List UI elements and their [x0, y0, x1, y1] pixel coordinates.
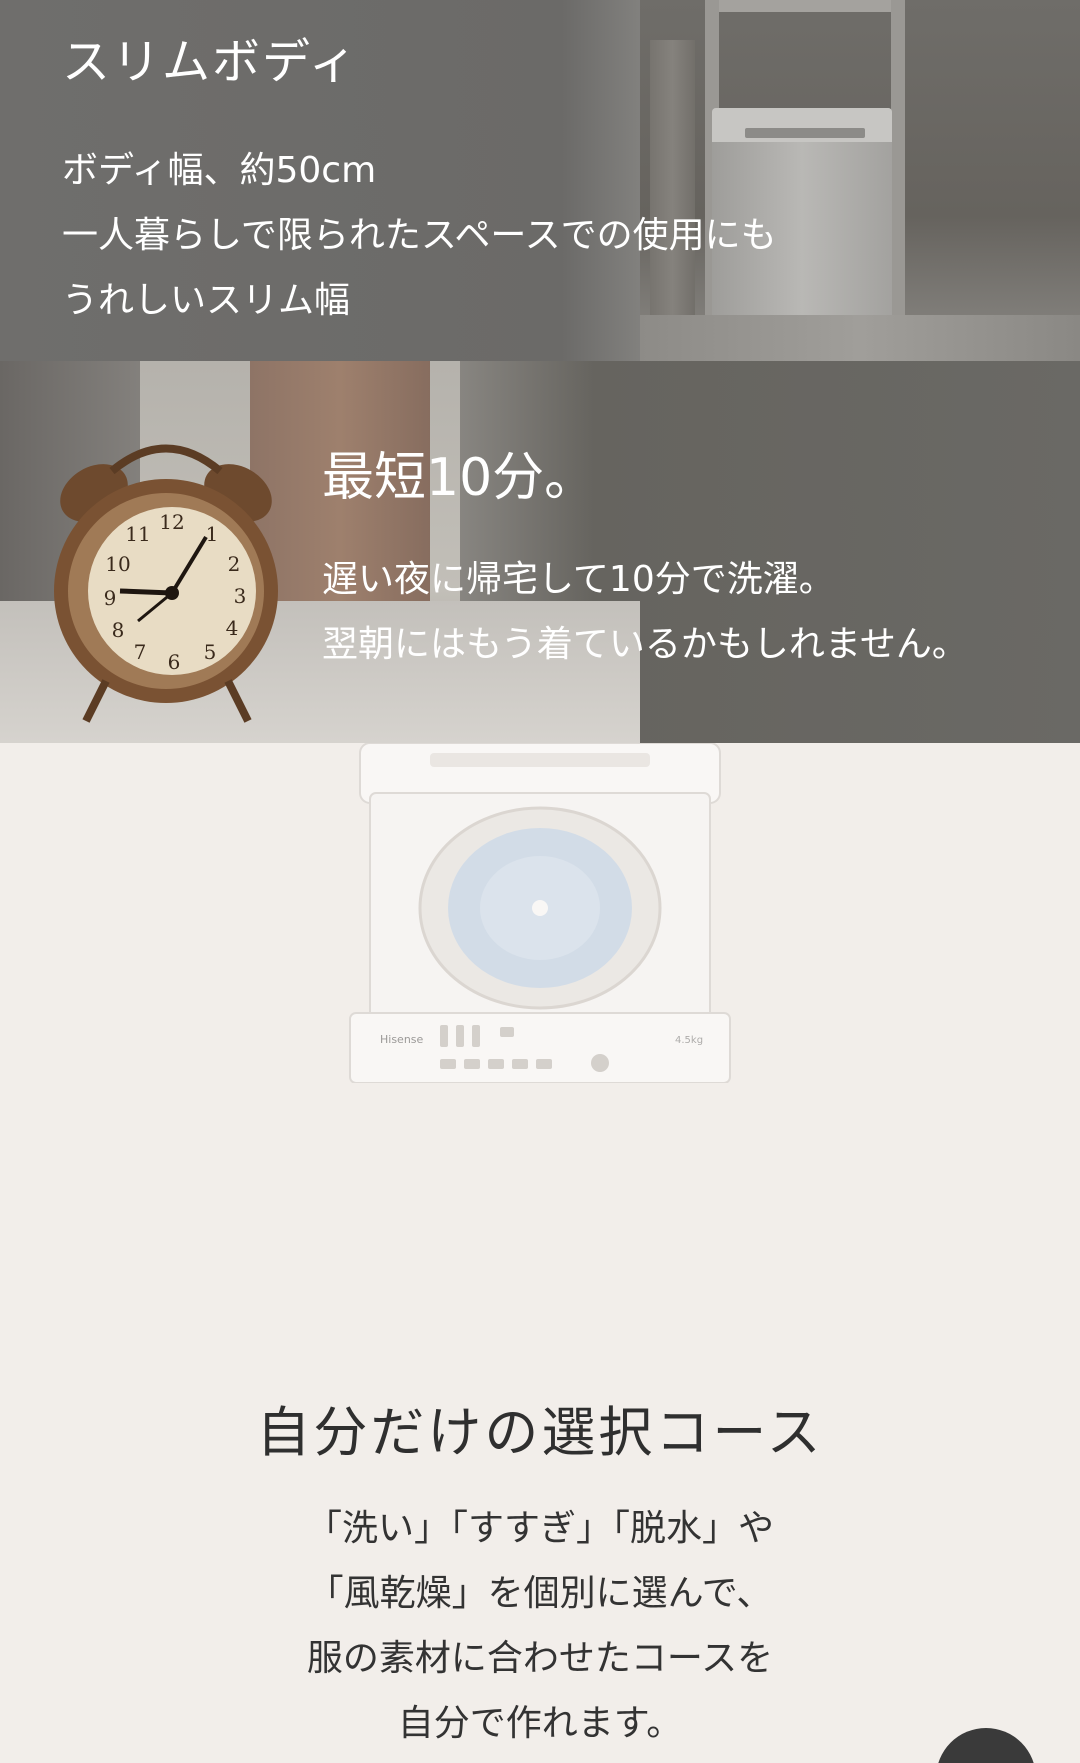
quick-wash-description: 遅い夜に帰宅して10分で洗濯。 翌朝にはもう着ているかもしれません。	[322, 547, 1080, 677]
custom-course-line: 「洗い」「すすぎ」「脱水」や	[305, 1508, 774, 1549]
svg-text:9: 9	[104, 586, 117, 610]
custom-course-title: 自分だけの選択コース	[256, 1401, 824, 1464]
svg-text:7: 7	[134, 640, 147, 664]
slim-body-line: うれしいスリム幅	[62, 280, 351, 321]
svg-text:4: 4	[226, 616, 239, 640]
washer-capacity-label: 4.5kg	[675, 1035, 703, 1046]
shelf-post-right	[891, 0, 905, 361]
svg-text:8: 8	[112, 618, 125, 642]
alarm-clock-icon: 12 1 2 3 4 5 6 7 8 9 10 11	[54, 444, 278, 723]
custom-course-line: 服の素材に合わせたコースを	[306, 1638, 774, 1679]
slim-body-title: スリムボディ	[62, 34, 359, 90]
svg-text:5: 5	[204, 640, 217, 664]
custom-course-description: 「洗い」「すすぎ」「脱水」や 「風乾燥」を個別に選んで、 服の素材に合わせたコー…	[0, 1496, 1080, 1756]
svg-text:10: 10	[105, 552, 130, 576]
svg-text:1: 1	[206, 522, 219, 546]
slim-body-line: ボディ幅、約50cm	[62, 150, 377, 191]
washer-brand-label: Hisense	[380, 1033, 424, 1046]
slim-body-description: ボディ幅、約50cm 一人暮らしで限られたスペースでの使用にも うれしいスリム幅	[62, 138, 882, 333]
svg-text:12: 12	[159, 510, 184, 534]
svg-text:2: 2	[228, 552, 241, 576]
custom-course-line: 「風乾燥」を個別に選んで、	[307, 1573, 773, 1614]
slim-body-section: スリムボディ ボディ幅、約50cm 一人暮らしで限られたスペースでの使用にも う…	[0, 0, 1080, 361]
svg-text:3: 3	[234, 584, 247, 608]
quick-wash-title: 最短10分。	[322, 448, 597, 508]
svg-text:11: 11	[125, 522, 150, 546]
washer-product-image: Hisense 4.5kg	[349, 743, 731, 1083]
shelf-board	[705, 0, 905, 12]
quick-wash-section: 12 1 2 3 4 5 6 7 8 9 10 11 最短10分。 遅い夜に帰宅…	[0, 361, 1080, 743]
slim-body-line: 一人暮らしで限られたスペースでの使用にも	[62, 215, 777, 256]
svg-text:6: 6	[168, 650, 181, 674]
quick-wash-line: 翌朝にはもう着ているかもしれません。	[322, 624, 968, 665]
custom-course-line: 自分で作れます。	[397, 1703, 683, 1744]
quick-wash-line: 遅い夜に帰宅して10分で洗濯。	[322, 559, 835, 600]
washer-control-panel	[745, 128, 865, 138]
